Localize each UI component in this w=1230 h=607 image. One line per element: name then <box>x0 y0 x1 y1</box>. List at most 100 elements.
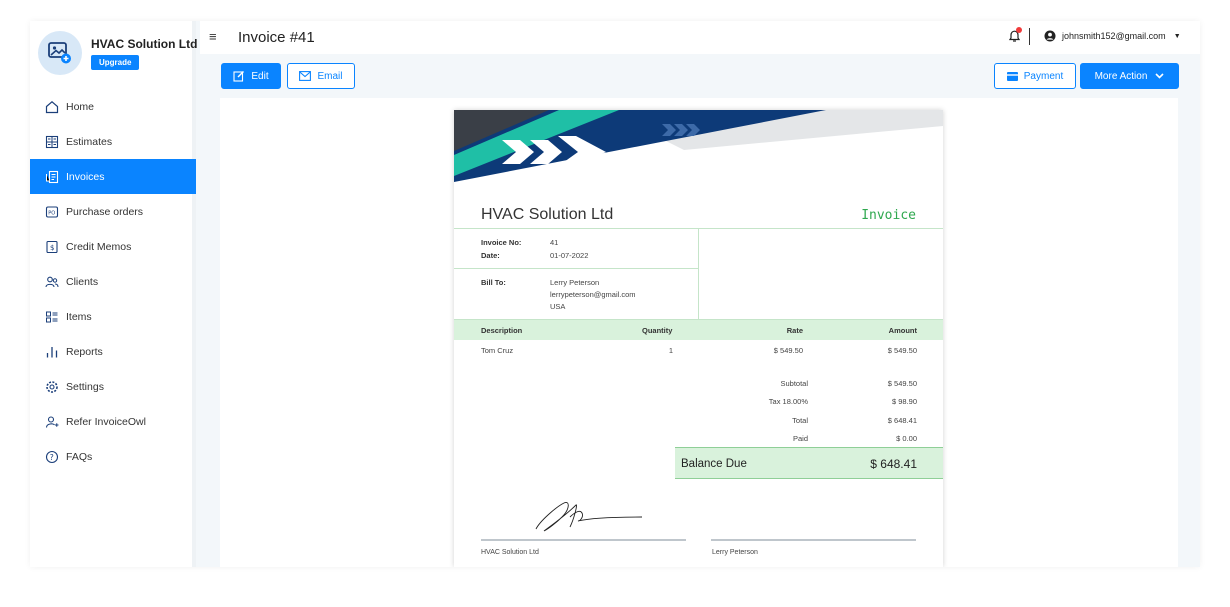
email-label: Email <box>317 70 343 82</box>
page-title: Invoice #41 <box>238 29 315 46</box>
sidebar-item-home[interactable]: Home <box>30 89 196 124</box>
col-quantity: Quantity <box>642 326 673 335</box>
edit-icon <box>233 71 245 82</box>
sidebar-item-label: Purchase orders <box>66 205 144 218</box>
date-value: 01-07-2022 <box>550 251 589 260</box>
chevron-down-icon <box>1155 73 1164 79</box>
sidebar-item-refer[interactable]: Refer InvoiceOwl <box>30 404 196 439</box>
edit-button[interactable]: Edit <box>221 63 281 89</box>
home-icon <box>45 100 59 114</box>
invoices-icon <box>45 170 59 184</box>
total-label: Total <box>792 416 808 425</box>
refer-icon <box>45 415 59 429</box>
notification-bell-icon[interactable] <box>1008 27 1022 48</box>
bill-to-country: USA <box>550 302 566 311</box>
subtotal-row: Subtotal $ 549.50 <box>454 373 943 391</box>
svg-text:$: $ <box>50 244 54 252</box>
sidebar-item-label: FAQs <box>66 450 93 463</box>
user-menu[interactable]: johnsmith152@gmail.com ▼ <box>1044 30 1181 42</box>
invoice-info-grid: Invoice No: 41 Date: 01-07-2022 Bill To:… <box>454 228 943 320</box>
sidebar-item-invoices[interactable]: Invoices <box>30 159 196 194</box>
caret-down-icon: ▼ <box>1173 32 1181 40</box>
signature-line-right <box>711 539 916 541</box>
user-avatar-icon <box>1044 30 1056 42</box>
item-rate: $ 549.50 <box>773 346 803 355</box>
paid-label: Paid <box>792 434 808 443</box>
more-action-label: More Action <box>1094 70 1148 82</box>
table-row: Tom Cruz 1 $ 549.50 $ 549.50 <box>454 340 943 360</box>
edit-label: Edit <box>251 70 269 82</box>
tax-label: Tax 18.00% <box>768 397 808 406</box>
tax-value: $ 98.90 <box>891 397 917 406</box>
sidebar-item-credit-memos[interactable]: $ Credit Memos <box>30 229 196 264</box>
sidebar-item-clients[interactable]: Clients <box>30 264 196 299</box>
credit-memos-icon: $ <box>45 240 59 254</box>
estimates-icon <box>45 135 59 149</box>
sidebar-item-label: Items <box>66 310 92 323</box>
more-action-button[interactable]: More Action <box>1080 63 1179 89</box>
balance-due-box: Balance Due $ 648.41 <box>675 447 943 479</box>
brand: HVAC Solution Ltd Upgrade <box>38 31 197 81</box>
col-description: Description <box>481 326 523 335</box>
invoice-document: HVAC Solution Ltd Invoice Invoice No: 41… <box>454 110 943 567</box>
sidebar-item-faqs[interactable]: ? FAQs <box>30 439 196 474</box>
invoice-preview-area: HVAC Solution Ltd Invoice Invoice No: 41… <box>220 98 1178 567</box>
divider <box>698 229 699 320</box>
svg-text:?: ? <box>50 453 54 462</box>
notification-dot <box>1016 27 1022 33</box>
signature-image <box>535 501 643 532</box>
col-amount: Amount <box>888 326 917 335</box>
balance-due-value: $ 648.41 <box>870 457 917 471</box>
invoice-header-banner <box>454 110 943 182</box>
balance-due-label: Balance Due <box>681 458 747 470</box>
invoice-no-value: 41 <box>550 238 559 247</box>
sidebar-item-items[interactable]: Items <box>30 299 196 334</box>
hamburger-menu-icon[interactable]: ≡ <box>209 29 217 44</box>
bill-to-email: lerrypeterson@gmail.com <box>550 290 636 299</box>
sidebar-item-settings[interactable]: Settings <box>30 369 196 404</box>
email-button[interactable]: Email <box>287 63 355 89</box>
settings-icon <box>45 380 59 394</box>
top-bar: ≡ Invoice #41 johnsmith152@gmail.com ▼ <box>200 21 1200 54</box>
sidebar-item-label: Invoices <box>66 170 105 183</box>
col-rate: Rate <box>786 326 803 335</box>
sidebar-item-purchase-orders[interactable]: PO Purchase orders <box>30 194 196 229</box>
company-logo-upload-icon[interactable] <box>38 31 82 75</box>
company-name: HVAC Solution Ltd <box>91 37 198 51</box>
app-window: HVAC Solution Ltd Upgrade Home Estimates <box>30 21 1200 567</box>
invoice-no-label: Invoice No: <box>481 238 522 247</box>
divider <box>454 268 698 269</box>
reports-icon <box>45 345 59 359</box>
payment-label: Payment <box>1023 70 1064 82</box>
invoice-toolbar: Edit Email Payment More Action <box>200 54 1200 98</box>
sidebar-item-label: Refer InvoiceOwl <box>66 415 146 428</box>
upgrade-button[interactable]: Upgrade <box>91 55 140 70</box>
items-icon <box>45 310 59 324</box>
sidebar-item-label: Reports <box>66 345 103 358</box>
sidebar-item-reports[interactable]: Reports <box>30 334 196 369</box>
sidebar-item-label: Credit Memos <box>66 240 132 253</box>
signer-left: HVAC Solution Ltd <box>481 549 539 556</box>
item-quantity: 1 <box>668 346 673 355</box>
items-table-header: Description Quantity Rate Amount <box>454 320 943 340</box>
bill-to-label: Bill To: <box>481 278 506 287</box>
item-amount: $ 549.50 <box>887 346 917 355</box>
total-row: Total $ 648.41 <box>454 410 943 428</box>
signer-right: Lerry Peterson <box>712 549 758 556</box>
user-email: johnsmith152@gmail.com <box>1062 31 1166 41</box>
subtotal-label: Subtotal <box>780 379 808 388</box>
divider <box>1029 28 1030 45</box>
invoice-doc-label: Invoice <box>861 208 916 223</box>
paid-row: Paid $ 0.00 <box>454 428 943 446</box>
svg-text:PO: PO <box>48 210 55 216</box>
payment-button[interactable]: Payment <box>994 63 1076 89</box>
purchase-orders-icon: PO <box>45 205 59 219</box>
invoice-company-name: HVAC Solution Ltd <box>481 206 614 223</box>
date-label: Date: <box>481 251 500 260</box>
credit-card-icon <box>1006 71 1018 81</box>
subtotal-value: $ 549.50 <box>887 379 917 388</box>
bill-to-name: Lerry Peterson <box>550 278 600 287</box>
paid-value: $ 0.00 <box>896 434 917 443</box>
sidebar-item-label: Settings <box>66 380 104 393</box>
sidebar-item-estimates[interactable]: Estimates <box>30 124 196 159</box>
